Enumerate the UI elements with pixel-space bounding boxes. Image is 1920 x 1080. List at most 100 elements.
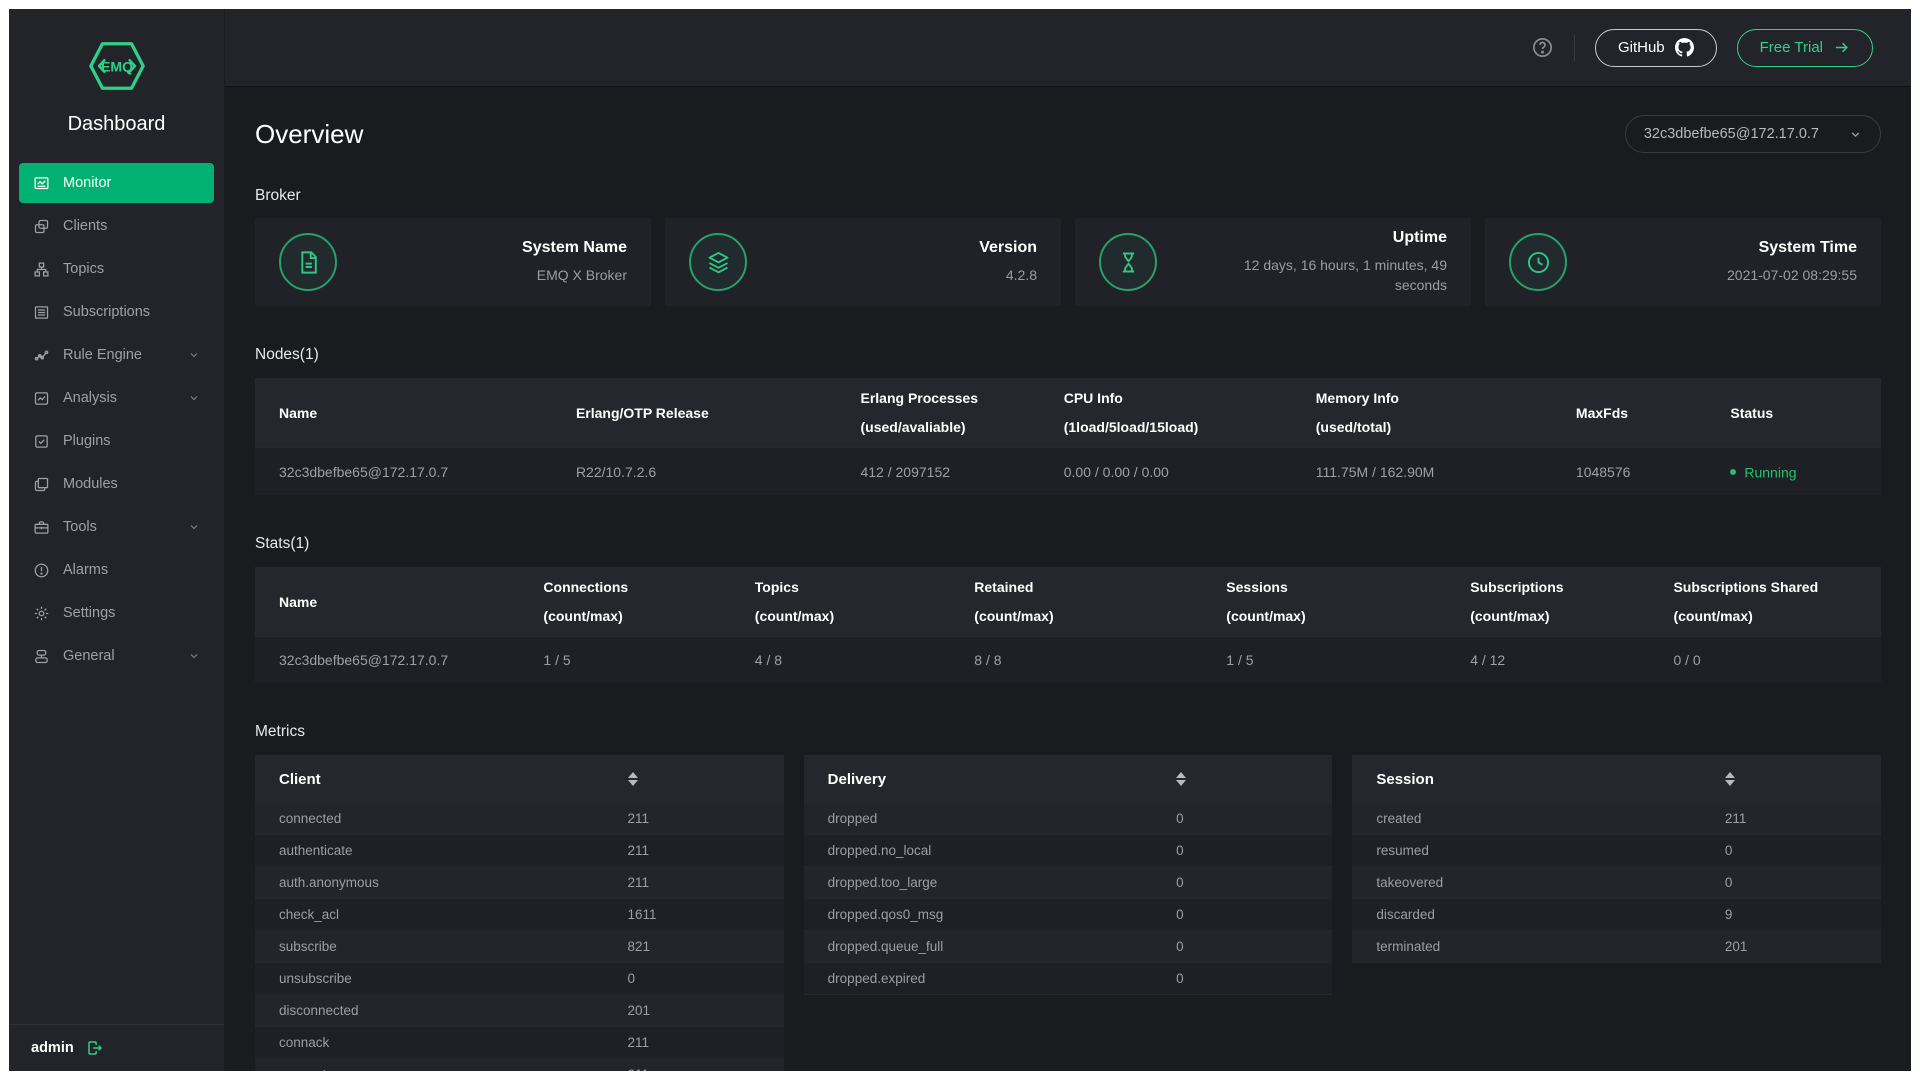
metric-label: connect (279, 1067, 628, 1071)
column-header: Subscriptions(count/max) (1458, 567, 1661, 637)
metric-row: check_acl1611 (255, 899, 784, 931)
metric-value: 211 (628, 1035, 760, 1050)
sidebar-item-rule-engine[interactable]: Rule Engine (19, 335, 214, 375)
table-cell: 4 / 12 (1458, 637, 1661, 684)
metric-row: auth.anonymous211 (255, 867, 784, 899)
version-card: Version 4.2.8 (665, 218, 1061, 306)
chevron-down-icon (1849, 128, 1862, 141)
sidebar-item-label: Rule Engine (63, 347, 142, 363)
card-value: 12 days, 16 hours, 1 minutes, 49 seconds (1222, 255, 1447, 296)
column-header: Erlang/OTP Release (564, 378, 849, 448)
metric-row: dropped0 (804, 803, 1333, 835)
metrics-tables: Clientconnected211authenticate211auth.an… (255, 755, 1881, 1071)
sidebar-footer: admin (9, 1024, 224, 1071)
nodes-table: NameErlang/OTP ReleaseErlang Processes(u… (255, 378, 1881, 495)
sidebar-item-tools[interactable]: Tools (19, 507, 214, 547)
nodes-section-label: Nodes(1) (255, 346, 1881, 364)
node-selector-value: 32c3dbefbe65@172.17.0.7 (1644, 126, 1819, 142)
metric-row: resumed0 (1352, 835, 1881, 867)
sidebar-item-label: General (63, 648, 115, 664)
metric-value: 0 (1725, 843, 1857, 858)
sort-icon[interactable] (1176, 772, 1186, 786)
logout-icon[interactable] (86, 1039, 104, 1057)
metric-row: unsubscribe0 (255, 963, 784, 995)
dashboard-title: Dashboard (68, 113, 166, 136)
card-title: Version (979, 239, 1037, 257)
sidebar-item-alarms[interactable]: Alarms (19, 550, 214, 590)
column-header: Status (1718, 378, 1881, 448)
github-button[interactable]: GitHub (1595, 29, 1717, 67)
metric-label: dropped.too_large (828, 875, 1177, 890)
sort-icon[interactable] (628, 772, 638, 786)
table-cell: 8 / 8 (962, 637, 1214, 684)
metric-label: connack (279, 1035, 628, 1050)
metric-label: dropped.expired (828, 971, 1177, 986)
table-cell: 0.00 / 0.00 / 0.00 (1052, 448, 1304, 496)
clients-icon (33, 218, 50, 235)
plugins-icon (33, 433, 50, 450)
metric-table-header: Client (255, 755, 784, 803)
sidebar-item-label: Topics (63, 261, 104, 277)
metric-label: auth.anonymous (279, 875, 628, 890)
metric-value: 211 (628, 843, 760, 858)
layers-icon (689, 233, 747, 291)
metric-value: 0 (1725, 875, 1857, 890)
emqx-logo-icon: EMQ (86, 35, 148, 97)
metric-label: check_acl (279, 907, 628, 922)
page-content: Overview 32c3dbefbe65@172.17.0.7 Broker … (225, 87, 1911, 1071)
column-header: Sessions(count/max) (1214, 567, 1458, 637)
uptime-card: Uptime 12 days, 16 hours, 1 minutes, 49 … (1075, 218, 1471, 306)
metric-row: takeovered0 (1352, 867, 1881, 899)
metric-row: discarded9 (1352, 899, 1881, 931)
table-cell: 111.75M / 162.90M (1304, 448, 1564, 496)
metrics-section-label: Metrics (255, 723, 1881, 741)
metric-value: 211 (628, 1067, 760, 1071)
status-cell: Running (1718, 448, 1881, 496)
card-title: Uptime (1222, 229, 1447, 247)
metric-row: connect211 (255, 1059, 784, 1071)
table-cell: 1 / 5 (1214, 637, 1458, 684)
sidebar-item-clients[interactable]: Clients (19, 206, 214, 246)
table-cell: 4 / 8 (743, 637, 963, 684)
metric-label: authenticate (279, 843, 628, 858)
sidebar-item-label: Monitor (63, 175, 111, 191)
metric-table-body: connected211authenticate211auth.anonymou… (255, 803, 784, 1071)
sidebar-item-analysis[interactable]: Analysis (19, 378, 214, 418)
metric-label: dropped (828, 811, 1177, 826)
metric-row: subscribe821 (255, 931, 784, 963)
broker-section-label: Broker (255, 187, 1881, 205)
sidebar-item-monitor[interactable]: Monitor (19, 163, 214, 203)
metric-row: disconnected201 (255, 995, 784, 1027)
settings-gear-icon (33, 605, 50, 622)
metric-row: dropped.queue_full0 (804, 931, 1333, 963)
metric-label: discarded (1376, 907, 1725, 922)
tools-icon (33, 519, 50, 536)
node-selector-dropdown[interactable]: 32c3dbefbe65@172.17.0.7 (1625, 115, 1881, 153)
status-badge: Running (1744, 464, 1796, 480)
help-icon[interactable] (1531, 36, 1554, 59)
metric-table-session: Sessioncreated211resumed0takeovered0disc… (1352, 755, 1881, 963)
metric-row: terminated201 (1352, 931, 1881, 963)
sidebar-item-modules[interactable]: Modules (19, 464, 214, 504)
card-title: System Time (1727, 239, 1857, 257)
metric-table-title: Session (1376, 771, 1725, 788)
github-icon (1675, 38, 1694, 57)
sidebar-item-settings[interactable]: Settings (19, 593, 214, 633)
table-cell: 1 / 5 (531, 637, 742, 684)
table-header-row: NameErlang/OTP ReleaseErlang Processes(u… (255, 378, 1881, 448)
sidebar-item-general[interactable]: General (19, 636, 214, 676)
column-header: Topics(count/max) (743, 567, 963, 637)
system-time-card: System Time 2021-07-02 08:29:55 (1485, 218, 1881, 306)
metric-value: 0 (1176, 843, 1308, 858)
sort-icon[interactable] (1725, 772, 1735, 786)
metric-value: 0 (1176, 939, 1308, 954)
sidebar-item-topics[interactable]: Topics (19, 249, 214, 289)
metric-label: unsubscribe (279, 971, 628, 986)
free-trial-button[interactable]: Free Trial (1737, 29, 1873, 67)
sidebar-item-subscriptions[interactable]: Subscriptions (19, 292, 214, 332)
metric-row: authenticate211 (255, 835, 784, 867)
metric-table-header: Session (1352, 755, 1881, 803)
sidebar-item-plugins[interactable]: Plugins (19, 421, 214, 461)
rule-engine-icon (33, 347, 50, 364)
column-header: MaxFds (1564, 378, 1718, 448)
